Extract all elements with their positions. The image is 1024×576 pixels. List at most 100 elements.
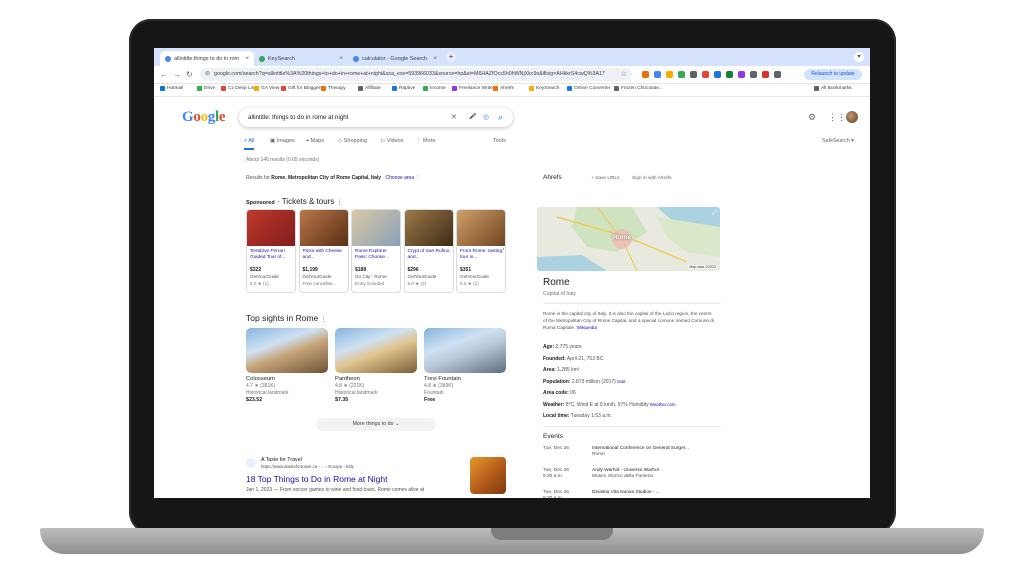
more-options-icon[interactable]: ⋮ [321,317,327,323]
expand-map-icon[interactable]: ⤢ [712,210,717,217]
bookmark-label: Cz Deep Link [228,86,257,91]
bookmark-item[interactable]: Ahrefs [493,86,514,91]
google-apps-icon[interactable]: ⋮⋮ [828,112,846,123]
extension-icon[interactable] [762,71,769,78]
search-input[interactable]: allintitle: things to do in rome at nigh… [239,108,513,127]
tab-search-allintitle[interactable]: allintitle:things to do in rom × [160,51,254,66]
sign-in-ahrefs-link[interactable]: Sign in with Ahrefs [632,176,671,181]
tab-shopping[interactable]: ◇ Shopping [338,138,367,144]
bookmark-item[interactable]: Gift for Bloggers [281,86,323,91]
bookmark-item[interactable]: GA View [254,86,279,91]
extension-icon[interactable] [666,71,673,78]
tab-shopping-label: Shopping [343,138,368,144]
ticket-card[interactable]: Pizza with Cheese and... $1,199 GetYourGui… [298,209,349,293]
ticket-card[interactable]: Testdrive Ferrari Guided Tour of... $322 G… [246,209,296,293]
tab-search-chevron-icon[interactable]: ▾ [854,52,864,62]
extension-icon[interactable] [642,71,649,78]
tab-calculator[interactable]: calculator - Google Search × [348,51,442,66]
all-bookmarks-folder[interactable]: All Bookmarks [814,86,852,91]
bookmark-label: Online Converter [574,86,611,91]
bookmark-item[interactable]: Frozen Chocolate... [614,86,663,91]
back-button[interactable]: ← [160,69,168,80]
site-info-icon[interactable]: ⊜ [205,68,210,81]
result-title-link[interactable]: 18 Top Things to Do in Rome at Night [246,474,387,484]
bookmark-favicon-icon [197,86,202,91]
more-things-to-do-button[interactable]: More things to do ⌄ [316,418,436,431]
save-urls-link[interactable]: + Save URLs [591,176,619,181]
ticket-card[interactable]: Rome Explorer Pass: Choose... $188 Go City… [351,209,401,293]
event-item[interactable]: Dinastia Vita Nuova Studios - ... [592,490,660,496]
account-avatar[interactable] [846,111,858,123]
bookmark-item[interactable]: Raptive [392,86,415,91]
bookmark-item[interactable]: Affiliate [358,86,381,91]
ticket-card[interactable]: From Rome: tasting tour in... $351 GetYour… [456,209,506,293]
extension-icon[interactable] [690,71,697,78]
result-thumbnail[interactable] [470,457,506,494]
relaunch-update-button[interactable]: Relaunch to update [804,69,862,80]
extension-icon[interactable] [738,71,745,78]
fact-source-link[interactable]: Weather.com [649,402,676,407]
sight-card[interactable]: Trevi Fountain 4.8 ★ (389K) Fountain Free [424,328,506,403]
more-options-icon[interactable]: ⋮ [416,175,421,181]
ticket-card[interactable]: Crypt of San Rufino and... $296 GetYourGui… [403,209,454,293]
extension-icon[interactable] [714,71,721,78]
tab-all[interactable]: ⌕ All [244,138,255,150]
sight-card[interactable]: Pantheon 4.8 ★ (221K) Historical landmark $… [335,328,417,403]
new-tab-button[interactable]: + [446,52,456,62]
bookmark-item[interactable]: Freelance Writers [452,86,497,91]
choose-area-link[interactable]: Choose area [385,175,414,181]
address-bar[interactable]: ⊜ google.com/search?q=allintitle%3A%20th… [200,68,632,81]
fact-value: 2.873 million (2017) [570,378,616,385]
close-tab-icon[interactable]: × [339,56,343,62]
event-item[interactable]: International Conference on General Surg… [592,446,689,458]
tab-maps[interactable]: ⌖ Maps [306,138,324,145]
forward-button[interactable]: → [173,69,181,80]
rome-map[interactable]: Rome ⤢ Map data ©2023 [537,207,720,271]
divider [543,303,721,304]
reload-button[interactable]: ↻ [186,69,193,80]
tab-keysearch[interactable]: KeySearch × [254,51,348,66]
all-bookmarks-label: All Bookmarks [821,86,852,91]
more-options-icon[interactable]: ⋮ [337,200,343,206]
tickets-header: Sponsored · Tickets & tours ⋮ [246,197,343,206]
sight-card[interactable]: Colosseum 4.7 ★ (381K) Historical landmark… [246,328,328,403]
bookmark-item[interactable]: Hotmail [160,86,183,91]
google-logo[interactable]: Google [182,109,226,126]
lens-search-icon[interactable]: ◎ [483,108,489,127]
voice-search-icon[interactable]: 🎤 [469,108,476,127]
tab-more[interactable]: ⋮ More [416,138,436,144]
search-icon[interactable]: ⌕ [498,108,503,127]
extension-icon[interactable] [678,71,685,78]
wikipedia-link[interactable]: Wikipedia [577,325,597,330]
extension-icon[interactable] [654,71,661,78]
sight-type: Historical landmark [246,390,289,396]
result-url: https://www.atastefortravel.ca › ... › E… [261,464,354,469]
extension-icon[interactable] [726,71,733,78]
bookmark-item[interactable]: Drive [197,86,215,91]
carousel-next-icon[interactable]: › [502,246,504,253]
safesearch-menu[interactable]: SafeSearch ▾ [822,138,854,144]
bookmark-item[interactable]: Online Converter [567,86,610,91]
extension-icon[interactable] [750,71,757,78]
tab-videos[interactable]: ▷ Videos [381,138,403,144]
bookmark-item[interactable]: Cz Deep Link [221,86,257,91]
tools-button[interactable]: Tools [493,138,506,144]
event-item[interactable]: Andy Warhol - Universo Warhol Museo Stori… [592,468,659,480]
bookmark-star-icon[interactable]: ☆ [621,68,627,81]
google-favicon-icon [165,55,171,62]
sight-name: Pantheon [335,376,360,382]
bookmark-item[interactable]: Income [423,86,446,91]
events-title: Events [543,433,563,440]
clear-search-icon[interactable]: ✕ [451,108,457,127]
tab-images[interactable]: ▣ Images [270,138,295,144]
extension-icon[interactable] [774,71,781,78]
image-icon: ▣ [270,138,277,144]
settings-gear-icon[interactable]: ⚙ [808,112,816,123]
browser-screen: allintitle:things to do in rom × KeySear… [154,48,870,498]
close-tab-icon[interactable]: × [433,56,437,62]
extension-icon[interactable] [702,71,709,78]
bookmark-item[interactable]: Therapy [321,86,346,91]
bookmark-item[interactable]: KeySearch [529,86,559,91]
close-tab-icon[interactable]: × [245,56,249,62]
fact-source-link[interactable]: Istat [616,379,625,384]
